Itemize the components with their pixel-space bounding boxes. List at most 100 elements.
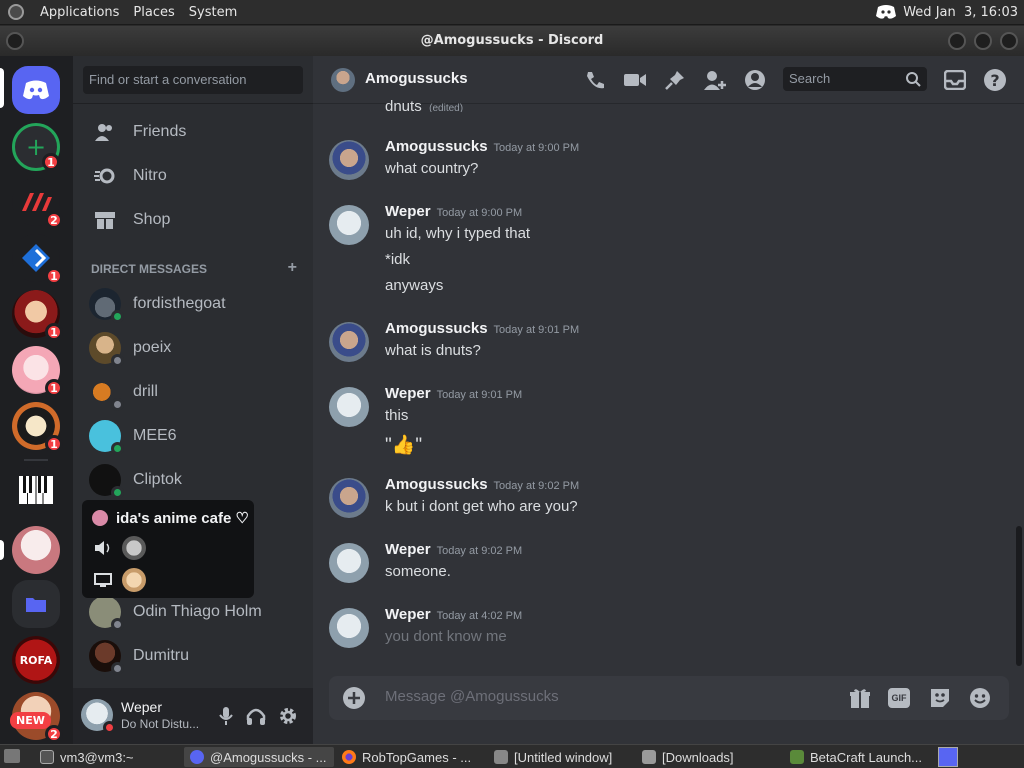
voice-user-avatar	[122, 536, 146, 560]
server-icon-new[interactable]: NEW 2	[10, 692, 63, 743]
server-icon-c[interactable]: 1	[12, 290, 63, 341]
server-icon-rofa[interactable]: ROFA	[12, 636, 60, 684]
gif-button[interactable]: GIF	[888, 688, 910, 708]
avatar[interactable]	[329, 205, 369, 245]
dm-name: MEE6	[133, 427, 177, 444]
avatar[interactable]	[329, 140, 369, 180]
server-icon-e[interactable]: 1	[12, 402, 63, 453]
discord-window: + 1 2 1 1 1 1 ROFA NEW 2 Find or start a…	[0, 56, 1024, 744]
add-friends-to-dm-icon[interactable]	[703, 68, 727, 92]
friends-icon	[93, 120, 117, 144]
server-icon-a[interactable]: 2	[12, 178, 63, 229]
window-titlebar[interactable]: @Amogussucks - Discord	[0, 26, 1024, 56]
window-menu-button[interactable]	[6, 32, 24, 50]
dm-name: drill	[133, 383, 158, 400]
message-composer[interactable]: Message @Amogussucks GIF	[329, 676, 1009, 720]
show-desktop-icon[interactable]	[4, 749, 20, 763]
avatar[interactable]	[329, 322, 369, 362]
message-author[interactable]: Amogussucks Today at 9:02 PM	[385, 476, 579, 493]
clock[interactable]: Wed Jan 3, 16:03	[903, 5, 1018, 20]
system-menu[interactable]: System	[189, 5, 237, 20]
minimize-button[interactable]	[948, 32, 966, 50]
microphone-icon[interactable]	[216, 706, 236, 726]
inbox-icon[interactable]	[943, 68, 967, 92]
taskbar-item-firefox[interactable]: RobTopGames - ...	[336, 747, 486, 767]
create-dm-plus-icon[interactable]: +	[288, 259, 297, 277]
settings-gear-icon[interactable]	[278, 706, 298, 726]
message-author[interactable]: Weper Today at 9:00 PM	[385, 203, 522, 220]
taskbar-item-downloads[interactable]: [Downloads]	[636, 747, 782, 767]
taskbar-item-discord[interactable]: @Amogussucks - ...	[184, 747, 334, 767]
voice-call-icon[interactable]	[583, 68, 607, 92]
dm-item-drill[interactable]: drill	[81, 371, 305, 413]
server-icon-add[interactable]: + 1	[12, 123, 60, 171]
message-timestamp: Today at 9:01 PM	[493, 324, 580, 336]
status-offline-icon	[111, 398, 124, 411]
author-name[interactable]: Weper	[385, 385, 431, 402]
dm-item-fordisthegoat[interactable]: fordisthegoat	[81, 283, 305, 325]
places-menu[interactable]: Places	[133, 5, 174, 20]
betacraft-icon	[790, 750, 804, 764]
video-call-icon[interactable]	[623, 68, 647, 92]
nav-friends[interactable]: Friends	[81, 112, 305, 152]
workspace-switcher[interactable]	[938, 747, 958, 767]
dm-sidebar: Find or start a conversation Friends Nit…	[73, 56, 313, 744]
message-author[interactable]: Amogussucks Today at 9:00 PM	[385, 138, 579, 155]
author-name[interactable]: Amogussucks	[385, 320, 488, 337]
message-author[interactable]: Amogussucks Today at 9:01 PM	[385, 320, 579, 337]
avatar[interactable]	[329, 478, 369, 518]
dm-item-dumitru[interactable]: Dumitru	[81, 635, 305, 677]
tooltip-server-name: ida's anime cafe ♡	[116, 510, 249, 527]
server-folder[interactable]	[12, 580, 60, 628]
server-icon-b[interactable]: 1	[12, 234, 63, 285]
author-name[interactable]: Weper	[385, 203, 431, 220]
dm-name: poeix	[133, 339, 172, 356]
discord-tray-icon[interactable]	[875, 4, 897, 20]
server-icon-piano[interactable]	[12, 466, 60, 514]
avatar[interactable]	[329, 387, 369, 427]
chat-search-input[interactable]: Search	[783, 67, 927, 91]
author-name[interactable]: Amogussucks	[385, 476, 488, 493]
author-name[interactable]: Weper	[385, 606, 431, 623]
message-author[interactable]: Weper Today at 9:01 PM	[385, 385, 522, 402]
dm-item-mee6[interactable]: MEE6	[81, 415, 305, 457]
user-profile-icon[interactable]	[743, 68, 767, 92]
chat-scrollbar[interactable]	[1016, 526, 1022, 666]
taskbar-item-betacraft[interactable]: BetaCraft Launch...	[784, 747, 932, 767]
avatar[interactable]	[329, 608, 369, 648]
author-name[interactable]: Amogussucks	[385, 138, 488, 155]
dm-item-poeix[interactable]: poeix	[81, 327, 305, 369]
dm-item-cliptok[interactable]: Cliptok	[81, 459, 305, 501]
gift-icon[interactable]	[849, 687, 871, 709]
dm-search-bar: Find or start a conversation	[73, 56, 313, 104]
headphones-icon[interactable]	[246, 706, 266, 726]
applications-menu[interactable]: Applications	[40, 5, 119, 20]
attach-plus-icon[interactable]	[343, 687, 365, 709]
message-author[interactable]: Weper Today at 9:02 PM	[385, 541, 522, 558]
folder-icon	[642, 750, 656, 764]
server-icon-d[interactable]: 1	[12, 346, 63, 397]
author-name[interactable]: Weper	[385, 541, 431, 558]
dm-search-input[interactable]: Find or start a conversation	[83, 66, 303, 94]
sticker-icon[interactable]	[929, 687, 951, 709]
discord-home-button[interactable]	[12, 66, 60, 114]
message-author[interactable]: Weper Today at 4:02 PM	[385, 606, 522, 623]
maximize-button[interactable]	[974, 32, 992, 50]
avatar	[89, 332, 124, 367]
channel-avatar[interactable]	[331, 68, 355, 92]
nav-shop[interactable]: Shop	[81, 200, 305, 240]
help-icon[interactable]: ?	[983, 68, 1007, 92]
message-input[interactable]: Message @Amogussucks	[385, 688, 559, 705]
server-icon-anime-cafe[interactable]	[12, 526, 60, 574]
self-avatar[interactable]	[81, 699, 116, 734]
discord-icon	[190, 750, 204, 764]
pinned-messages-icon[interactable]	[663, 68, 687, 92]
emoji-icon[interactable]	[969, 687, 991, 709]
close-button[interactable]	[1000, 32, 1018, 50]
taskbar-item-terminal[interactable]: vm3@vm3:~	[34, 747, 182, 767]
avatar[interactable]	[329, 543, 369, 583]
taskbar-label: vm3@vm3:~	[60, 749, 134, 765]
nav-nitro[interactable]: Nitro	[81, 156, 305, 196]
distro-logo-icon[interactable]	[8, 4, 24, 20]
taskbar-item-untitled[interactable]: [Untitled window]	[488, 747, 634, 767]
